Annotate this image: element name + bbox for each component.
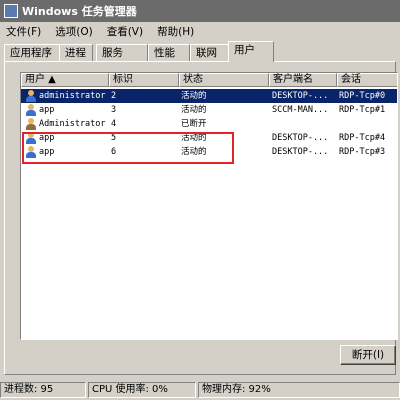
cell-id: 3 <box>111 105 117 115</box>
table-row[interactable]: Administrator 4 已断开 <box>21 117 397 131</box>
cell-user: administrator <box>39 91 106 101</box>
status-cpu: CPU 使用率: 0% <box>88 382 196 398</box>
cell-id: 4 <box>111 119 117 129</box>
cell-id: 2 <box>111 91 117 101</box>
tab-users[interactable]: 用户 <box>228 41 274 62</box>
tab-strip: 应用程序 进程 服务 性能 联网 用户 <box>4 41 396 62</box>
table-row[interactable]: administrator 2 活动的 DESKTOP-... RDP-Tcp#… <box>21 89 397 103</box>
disconnected-user-icon <box>25 118 36 130</box>
column-header-client[interactable]: 客户端名 <box>269 73 337 87</box>
cell-status: 已断开 <box>181 119 207 129</box>
menu-file[interactable]: 文件(F) <box>6 24 41 39</box>
user-icon <box>25 104 36 116</box>
menu-bar: 文件(F) 选项(O) 查看(V) 帮助(H) <box>0 22 400 40</box>
cell-user: app <box>39 105 55 115</box>
status-processes: 进程数: 95 <box>0 382 86 398</box>
disconnect-button[interactable]: 断开(I) <box>340 345 396 365</box>
status-memory: 物理内存: 92% <box>198 382 400 398</box>
column-header-session[interactable]: 会话 <box>337 73 397 87</box>
cell-client: DESKTOP-... <box>272 91 329 101</box>
cell-status: 活动的 <box>181 91 207 101</box>
column-header-status[interactable]: 状态 <box>179 73 269 87</box>
cell-status: 活动的 <box>181 105 207 115</box>
tab-services[interactable]: 服务 <box>96 44 148 61</box>
window-title: Windows 任务管理器 <box>22 5 137 18</box>
user-icon <box>25 90 36 102</box>
cell-session: RDP-Tcp#3 <box>339 147 386 157</box>
cell-client: DESKTOP-... <box>272 133 329 143</box>
status-bar: 进程数: 95 CPU 使用率: 0% 物理内存: 92% <box>0 380 400 400</box>
cell-user: Administrator <box>39 119 106 129</box>
table-row[interactable]: app 3 活动的 SCCM-MAN... RDP-Tcp#1 <box>21 103 397 117</box>
users-list[interactable]: 用户 ▲ 标识 状态 客户端名 会话 administrator 2 活动的 D… <box>20 72 398 340</box>
column-header-user[interactable]: 用户 ▲ <box>21 73 109 87</box>
highlight-box <box>22 132 234 164</box>
cell-session: RDP-Tcp#0 <box>339 91 386 101</box>
cell-session: RDP-Tcp#4 <box>339 133 386 143</box>
tab-applications[interactable]: 应用程序 <box>4 44 60 61</box>
title-bar[interactable]: Windows 任务管理器 <box>0 0 400 22</box>
tab-networking[interactable]: 联网 <box>190 44 230 61</box>
cell-client: SCCM-MAN... <box>272 105 329 115</box>
menu-help[interactable]: 帮助(H) <box>157 24 194 39</box>
menu-options[interactable]: 选项(O) <box>55 24 92 39</box>
tab-performance[interactable]: 性能 <box>148 44 190 61</box>
cell-client: DESKTOP-... <box>272 147 329 157</box>
menu-view[interactable]: 查看(V) <box>107 24 143 39</box>
column-header-id[interactable]: 标识 <box>109 73 179 87</box>
cell-session: RDP-Tcp#1 <box>339 105 386 115</box>
task-manager-icon <box>4 4 18 18</box>
tab-processes[interactable]: 进程 <box>59 44 93 61</box>
